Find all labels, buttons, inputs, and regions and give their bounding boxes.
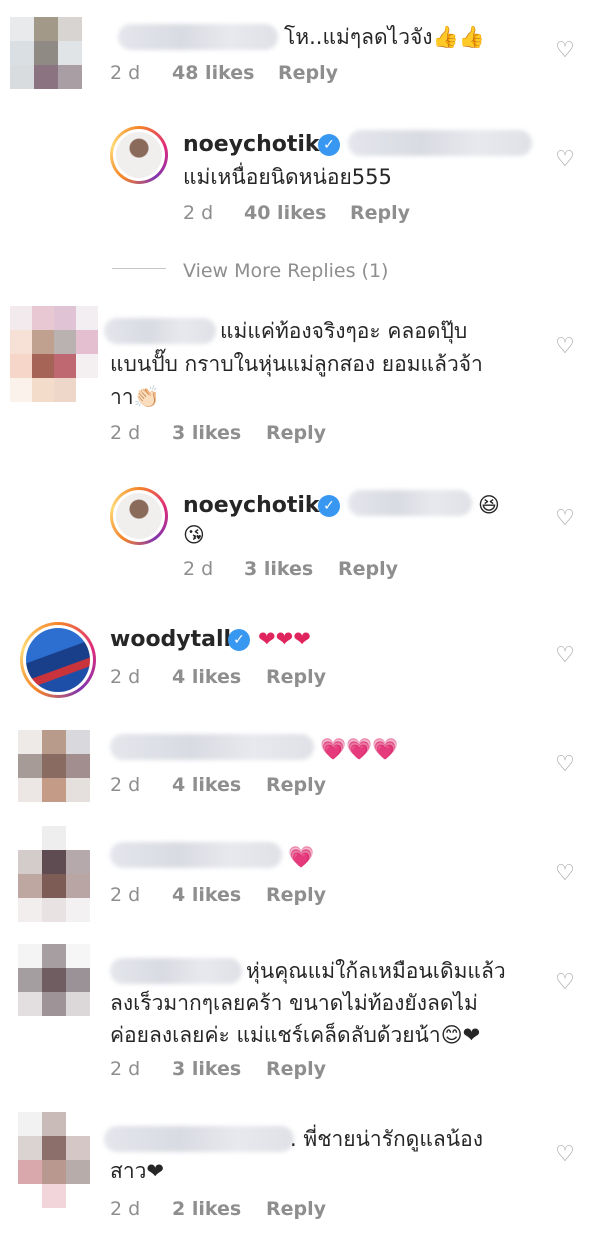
comment-text: โห..แม่ๆลดไวจัง👍👍 [284,25,485,49]
comment-time: 2 d [183,558,214,580]
heart-outline-icon[interactable]: ♡ [554,508,576,530]
comment-text-line: ค่อยลงเลยค่ะ แม่แชร์เคล็ดลับด้วยน้า😊❤ [110,1023,481,1047]
comment-text: 💗 [288,845,315,869]
likes-count[interactable]: 4 likes [172,664,241,690]
likes-count[interactable]: 3 likes [172,1056,241,1082]
avatar[interactable] [18,1112,90,1208]
heart-outline-icon[interactable]: ♡ [554,40,576,62]
comment-text: ❤❤❤ [258,627,311,651]
blurred-username[interactable] [110,734,314,760]
reply-button[interactable]: Reply [338,556,398,582]
reply-button[interactable]: Reply [278,60,338,86]
comment-time: 2 d [183,202,214,224]
comment-text-line: าา👏🏻 [110,385,160,409]
reply-button[interactable]: Reply [266,882,326,908]
heart-outline-icon[interactable]: ♡ [554,972,576,994]
divider [112,268,166,269]
heart-outline-icon[interactable]: ♡ [554,336,576,358]
comment-time: 2 d [110,1198,141,1220]
reply-button[interactable]: Reply [266,1056,326,1082]
reply-button[interactable]: Reply [266,772,326,798]
comment-text-line: สาว❤ [110,1159,164,1183]
avatar[interactable] [18,944,90,1016]
view-more-replies[interactable]: View More Replies (1) [183,258,388,284]
comment-time: 2 d [110,774,141,796]
reply-button[interactable]: Reply [266,1196,326,1222]
likes-count[interactable]: 3 likes [244,556,313,582]
avatar[interactable] [18,730,90,802]
heart-outline-icon[interactable]: ♡ [554,863,576,885]
username[interactable]: noeychotika [183,491,334,521]
avatar[interactable] [10,306,98,402]
likes-count[interactable]: 40 likes [244,200,326,226]
username[interactable]: noeychotika [183,130,334,160]
verified-badge-icon: ✓ [318,134,340,156]
comment-text-line: . พี่ชายน่ารักดูแลน้อง [290,1127,483,1151]
comment-text-line: แบนปั๊บ กราบในหุ่นแม่ลูกสอง ยอมแล้วจ้า [110,352,483,376]
comment-text-line: 😘 [183,523,205,547]
blurred-username[interactable] [104,1126,294,1152]
comment-text: 💗💗💗 [320,737,399,761]
comment-text: แม่เหนื่อยนิดหน่อย555 [183,165,392,189]
comment-text-line: 😆 [478,493,500,517]
comment-text-line: ลงเร็วมากๆเลยคร้า ขนาดไม่ท้องยังลดไม่ [110,991,478,1015]
comment-time: 2 d [110,1058,141,1080]
avatar[interactable] [110,126,168,184]
reply-button[interactable]: Reply [266,420,326,446]
likes-count[interactable]: 4 likes [172,772,241,798]
comment-time: 2 d [110,666,141,688]
reply-button[interactable]: Reply [350,200,410,226]
verified-badge-icon: ✓ [318,495,340,517]
avatar[interactable] [10,17,82,89]
blurred-username[interactable] [104,318,216,344]
comment-time: 2 d [110,422,141,444]
likes-count[interactable]: 3 likes [172,420,241,446]
comment-text-line: หุ่นคุณแม่ใก้ลเหมือนเดิมแล้ว [246,959,506,983]
likes-count[interactable]: 2 likes [172,1196,241,1222]
avatar[interactable] [110,487,168,545]
username[interactable]: woodytalk [110,625,238,655]
comment-time: 2 d [110,884,141,906]
comment-time: 2 d [110,62,141,84]
verified-badge-icon: ✓ [228,629,250,651]
avatar[interactable] [20,622,96,698]
heart-outline-icon[interactable]: ♡ [554,754,576,776]
blurred-mention[interactable] [348,490,472,516]
heart-outline-icon[interactable]: ♡ [554,1144,576,1166]
blurred-username[interactable] [118,24,278,50]
reply-button[interactable]: Reply [266,664,326,690]
blurred-username[interactable] [110,842,282,868]
avatar[interactable] [18,826,90,922]
blurred-username[interactable] [110,958,242,984]
comment-text-line: แม่แค่ท้องจริงๆอะ คลอดปุ๊บ [220,319,468,343]
likes-count[interactable]: 48 likes [172,60,254,86]
heart-outline-icon[interactable]: ♡ [554,149,576,171]
likes-count[interactable]: 4 likes [172,882,241,908]
heart-outline-icon[interactable]: ♡ [554,645,576,667]
blurred-mention[interactable] [348,130,532,156]
